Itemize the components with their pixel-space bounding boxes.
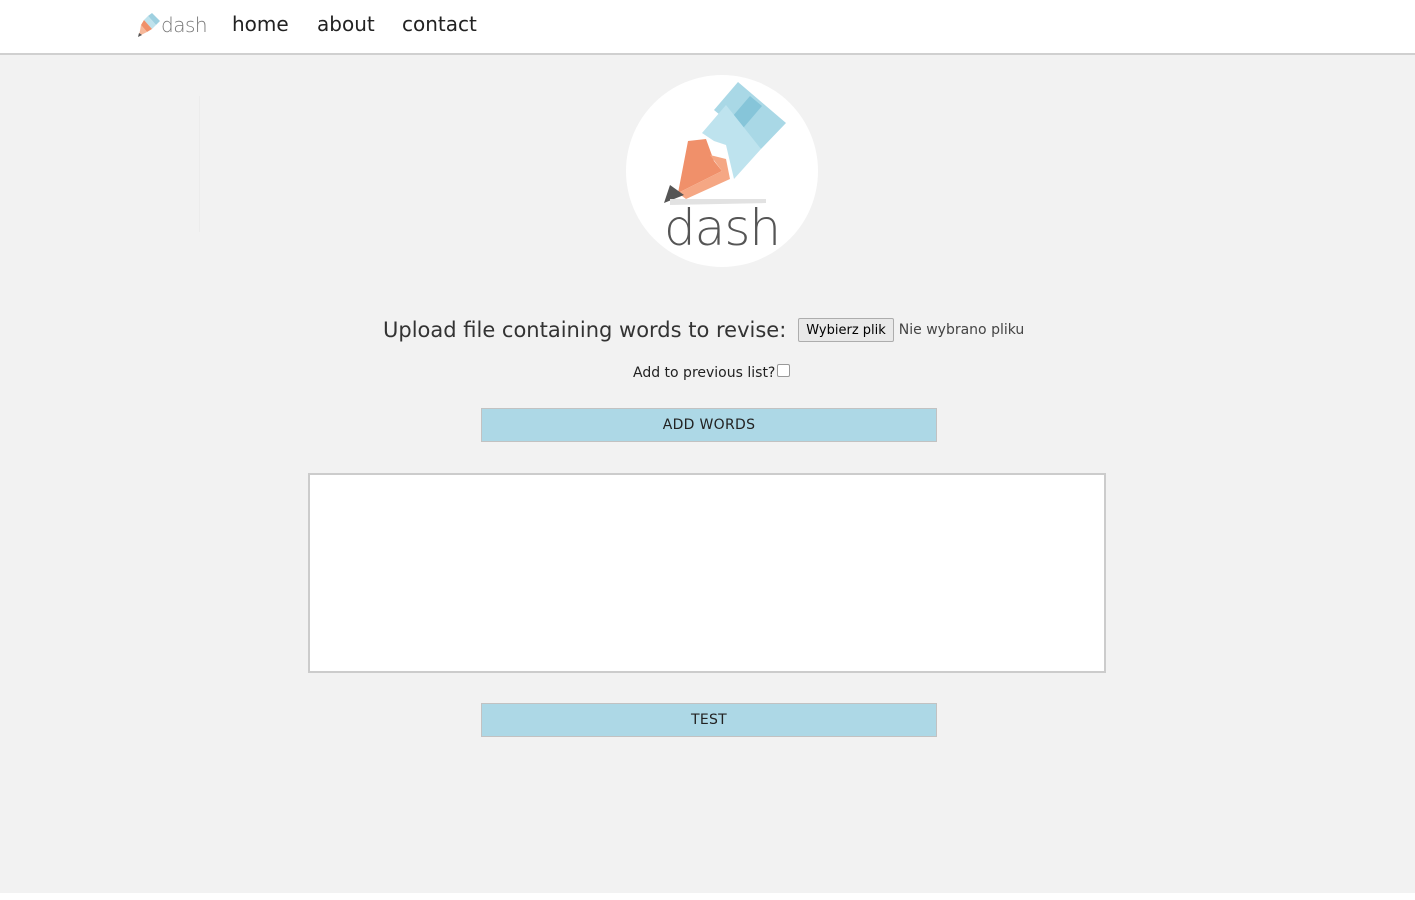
add-words-button[interactable]: ADD WORDS xyxy=(481,408,937,442)
upload-label: Upload file containing words to revise: xyxy=(383,318,787,342)
file-status: Nie wybrano pliku xyxy=(898,322,1025,338)
add-to-previous-row: Add to previous list? xyxy=(633,362,791,384)
add-to-previous-label: Add to previous list? xyxy=(633,365,776,381)
nav-link-home[interactable]: home xyxy=(232,12,289,36)
nav-logo-text: dash xyxy=(161,13,208,37)
nav-link-about[interactable]: about xyxy=(317,12,375,36)
divider xyxy=(199,96,200,232)
nav-link-contact[interactable]: contact xyxy=(402,12,477,36)
upload-row: Upload file containing words to revise: … xyxy=(383,312,1024,348)
footer-strip xyxy=(0,893,1415,900)
top-navbar: dash home about contact xyxy=(0,0,1415,55)
nav-logo[interactable]: dash xyxy=(138,9,208,41)
hero-logo-text: dash xyxy=(663,199,781,257)
test-button[interactable]: TEST xyxy=(481,703,937,737)
words-list-box[interactable] xyxy=(308,473,1106,673)
choose-file-button[interactable]: Wybierz plik xyxy=(798,318,894,342)
pencil-logo-icon xyxy=(138,13,160,37)
hero-logo: dash xyxy=(626,75,818,267)
add-to-previous-checkbox[interactable] xyxy=(777,363,791,377)
